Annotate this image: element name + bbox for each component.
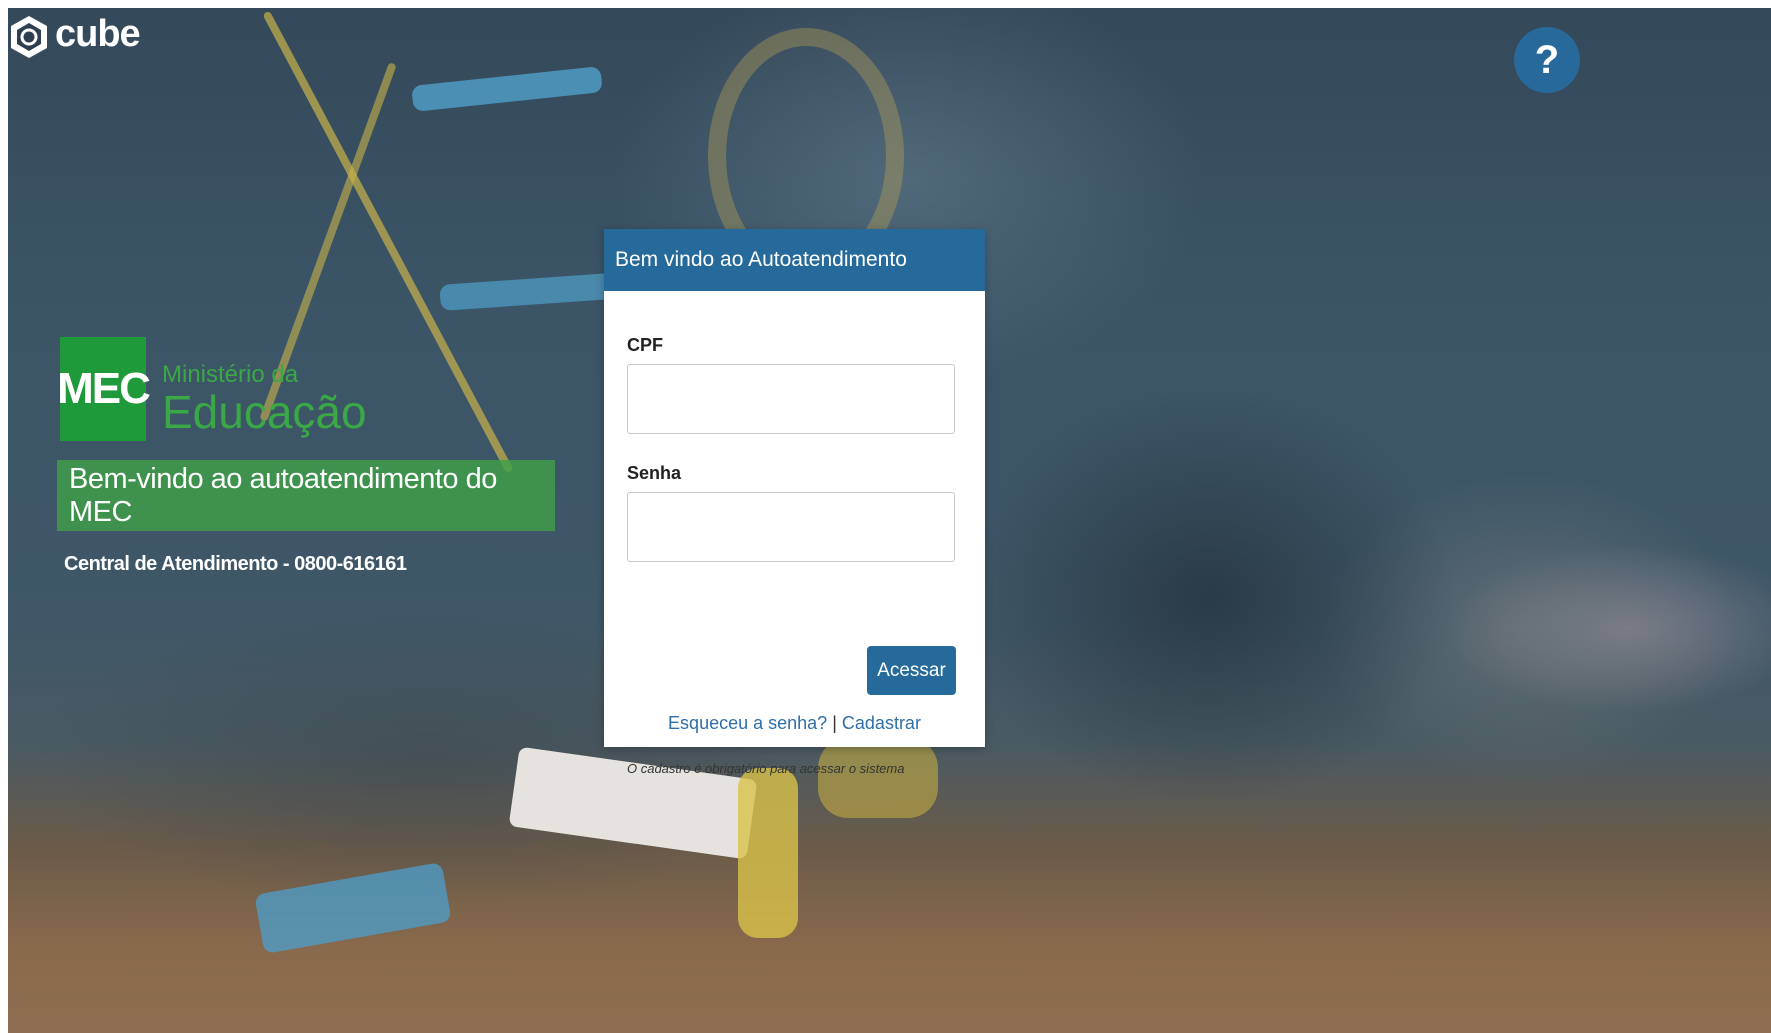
registration-note: O cadastro é obrigatório para acessar o …: [627, 761, 905, 776]
mec-line1: Ministério da: [162, 361, 299, 388]
mec-logo-text: Ministério da Educação: [162, 363, 367, 441]
login-card-header: Bem vindo ao Autoatendimento: [604, 229, 985, 291]
mec-logo-box: MEC: [57, 337, 151, 441]
cpf-input[interactable]: [627, 364, 955, 434]
help-button[interactable]: ?: [1514, 27, 1580, 93]
forgot-password-link[interactable]: Esqueceu a senha?: [668, 713, 827, 733]
login-form: CPF Senha Acessar Esqueceu a senha? | Ca…: [604, 291, 985, 776]
acessar-button[interactable]: Acessar: [867, 646, 956, 695]
welcome-banner: Bem-vindo ao autoatendimento do MEC: [57, 460, 555, 531]
login-links: Esqueceu a senha? | Cadastrar: [604, 713, 985, 734]
support-phone: Central de Atendimento - 0800-616161: [64, 553, 407, 575]
link-separator: |: [832, 713, 837, 733]
cube-logo[interactable]: cube: [9, 9, 141, 64]
login-title: Bem vindo ao Autoatendimento: [615, 248, 907, 271]
senha-label: Senha: [627, 463, 682, 483]
mec-line2: Educação: [162, 386, 367, 438]
brand-name: cube: [55, 12, 141, 55]
register-link[interactable]: Cadastrar: [842, 713, 921, 733]
help-icon: ?: [1534, 37, 1560, 82]
cpf-label: CPF: [627, 335, 663, 355]
senha-input[interactable]: [627, 492, 955, 562]
mec-logo: MEC Ministério da Educação: [57, 337, 367, 441]
cube-hex-icon: [11, 15, 47, 58]
login-card: Bem vindo ao Autoatendimento CPF Senha A…: [604, 229, 985, 776]
